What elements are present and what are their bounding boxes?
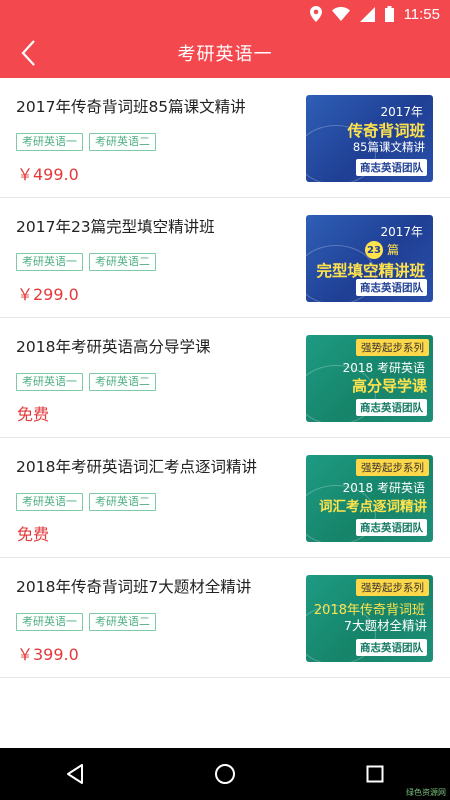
thumbnail-team: 商志英语团队 <box>356 519 427 536</box>
nav-home-button[interactable] <box>195 754 255 794</box>
course-price: ￥399.0 <box>17 645 79 664</box>
thumbnail-series: 强势起步系列 <box>356 339 429 356</box>
nav-recents-button[interactable] <box>345 754 405 794</box>
watermark: 绿色资源网 <box>406 788 446 797</box>
status-time: 11:55 <box>403 5 440 23</box>
course-item[interactable]: 2018年考研英语高分导学课 考研英语一 考研英语二 免费 强势起步系列 201… <box>0 318 450 438</box>
chevron-left-icon <box>21 40 35 66</box>
thumbnail-headline: 传奇背词班 <box>347 122 425 140</box>
course-title: 2017年传奇背词班85篇课文精讲 <box>16 98 246 116</box>
course-price: 免费 <box>17 525 50 544</box>
square-recents-icon <box>366 765 384 783</box>
course-tag: 考研英语二 <box>89 133 156 151</box>
app-bar: 考研英语一 <box>0 28 450 78</box>
course-thumbnail[interactable]: 强势起步系列 2018年传奇背词班 7大题材全精讲 商志英语团队 <box>306 575 433 662</box>
location-icon <box>309 6 322 22</box>
thumbnail-year: 2018 考研英语 <box>342 481 425 495</box>
thumbnail-headline: 7大题材全精讲 <box>344 618 427 633</box>
thumbnail-year: 2018 考研英语 <box>342 361 425 375</box>
course-title: 2018年考研英语高分导学课 <box>16 338 211 356</box>
battery-icon <box>384 6 394 22</box>
signal-icon <box>359 6 375 22</box>
course-item[interactable]: 2017年传奇背词班85篇课文精讲 考研英语一 考研英语二 ￥499.0 201… <box>0 78 450 198</box>
thumbnail-headline: 完型填空精讲班 <box>316 262 425 280</box>
back-button[interactable] <box>14 38 42 68</box>
circle-home-icon <box>215 764 235 784</box>
thumbnail-series: 强势起步系列 <box>356 579 429 596</box>
thumbnail-headline: 词汇考点逐词精讲 <box>319 499 427 515</box>
course-title: 2018年考研英语词汇考点逐词精讲 <box>16 458 257 476</box>
course-tag: 考研英语二 <box>89 373 156 391</box>
course-item[interactable]: 2017年23篇完型填空精讲班 考研英语一 考研英语二 ￥299.0 2017年… <box>0 198 450 318</box>
course-tags: 考研英语一 考研英语二 <box>16 613 156 631</box>
course-tags: 考研英语一 考研英语二 <box>16 493 156 511</box>
thumbnail-team: 商志英语团队 <box>356 639 427 656</box>
course-thumbnail[interactable]: 强势起步系列 2018 考研英语 词汇考点逐词精讲 商志英语团队 <box>306 455 433 542</box>
course-tags: 考研英语一 考研英语二 <box>16 373 156 391</box>
status-bar: 11:55 <box>0 0 450 28</box>
thumbnail-team: 商志英语团队 <box>356 399 427 416</box>
course-thumbnail[interactable]: 2017年 23 篇 完型填空精讲班 商志英语团队 <box>306 215 433 302</box>
thumbnail-team: 商志英语团队 <box>356 279 427 296</box>
course-title: 2017年23篇完型填空精讲班 <box>16 218 215 236</box>
course-tag: 考研英语二 <box>89 493 156 511</box>
course-list: 2017年传奇背词班85篇课文精讲 考研英语一 考研英语二 ￥499.0 201… <box>0 78 450 678</box>
course-tag: 考研英语二 <box>89 613 156 631</box>
thumbnail-year: 2017年 <box>380 225 423 239</box>
page-title: 考研英语一 <box>177 44 273 65</box>
system-nav-bar: 绿色资源网 <box>0 748 450 800</box>
wifi-icon <box>331 7 350 21</box>
thumbnail-headline: 高分导学课 <box>351 377 427 395</box>
thumbnail-team: 商志英语团队 <box>356 159 427 176</box>
thumbnail-badge-suffix: 篇 <box>386 243 399 257</box>
course-tags: 考研英语一 考研英语二 <box>16 133 156 151</box>
thumbnail-year: 2017年 <box>380 105 423 119</box>
course-tag: 考研英语二 <box>89 253 156 271</box>
course-item[interactable]: 2018年传奇背词班7大题材全精讲 考研英语一 考研英语二 ￥399.0 强势起… <box>0 558 450 678</box>
course-thumbnail[interactable]: 2017年 传奇背词班 85篇课文精讲 商志英语团队 <box>306 95 433 182</box>
course-item[interactable]: 2018年考研英语词汇考点逐词精讲 考研英语一 考研英语二 免费 强势起步系列 … <box>0 438 450 558</box>
triangle-back-icon <box>67 764 83 784</box>
course-tags: 考研英语一 考研英语二 <box>16 253 156 271</box>
course-tag: 考研英语一 <box>16 253 83 271</box>
thumbnail-badge: 23 <box>365 241 383 259</box>
course-price: ￥299.0 <box>17 285 79 304</box>
thumbnail-series: 强势起步系列 <box>356 459 429 476</box>
course-tag: 考研英语一 <box>16 373 83 391</box>
course-price: ￥499.0 <box>17 165 79 184</box>
nav-back-button[interactable] <box>45 754 105 794</box>
course-price: 免费 <box>17 405 50 424</box>
thumbnail-subtitle: 85篇课文精讲 <box>352 140 425 154</box>
course-tag: 考研英语一 <box>16 493 83 511</box>
course-tag: 考研英语一 <box>16 613 83 631</box>
course-title: 2018年传奇背词班7大题材全精讲 <box>16 578 252 596</box>
course-tag: 考研英语一 <box>16 133 83 151</box>
course-thumbnail[interactable]: 强势起步系列 2018 考研英语 高分导学课 商志英语团队 <box>306 335 433 422</box>
